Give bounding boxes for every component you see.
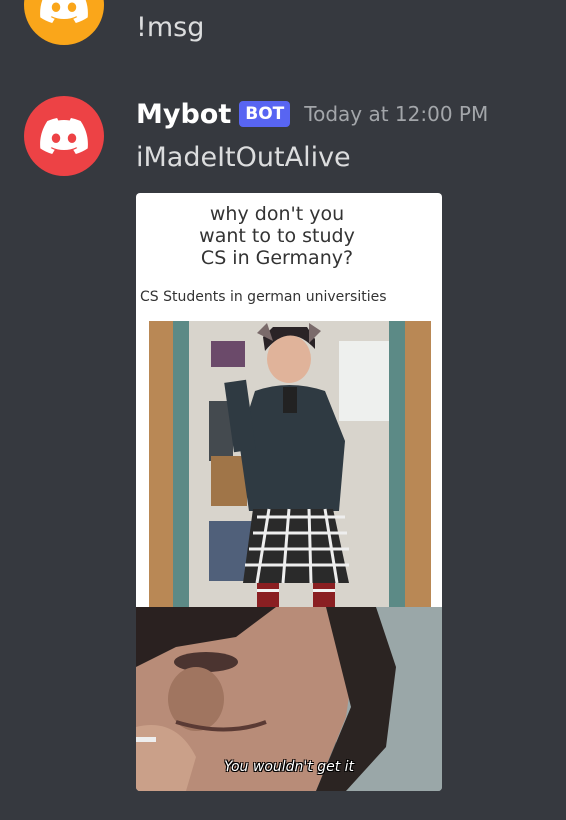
message-content: !msg [136,12,205,43]
joker-movie-still: You wouldn't get it [136,607,442,791]
meme-image-attachment[interactable]: why don't you want to to study CS in Ger… [136,193,442,791]
meme-subtitle: You wouldn't get it [223,759,355,775]
message-timestamp: Today at 12:00 PM [304,102,489,126]
message-item: Mybot BOT Today at 12:00 PM iMadeItOutAl… [0,90,566,810]
bot-avatar[interactable] [24,96,104,176]
meme-caption: CS Students in german universities [140,289,387,305]
username[interactable]: Mybot [136,99,231,130]
meme-title: why don't you want to to study CS in Ger… [199,203,355,269]
message-content: iMadeItOutAlive [136,142,351,173]
mirror-selfie-photo [149,321,431,607]
user-avatar[interactable] [24,0,104,45]
message-item: !msg [0,0,566,60]
chat-message-list: !msg Mybot BOT Today at 12:00 PM iMadeIt… [0,0,566,820]
discord-logo-icon [40,118,88,154]
discord-logo-icon [40,0,88,23]
bot-tag-badge: BOT [239,101,291,127]
message-header: Mybot BOT Today at 12:00 PM [136,96,488,132]
